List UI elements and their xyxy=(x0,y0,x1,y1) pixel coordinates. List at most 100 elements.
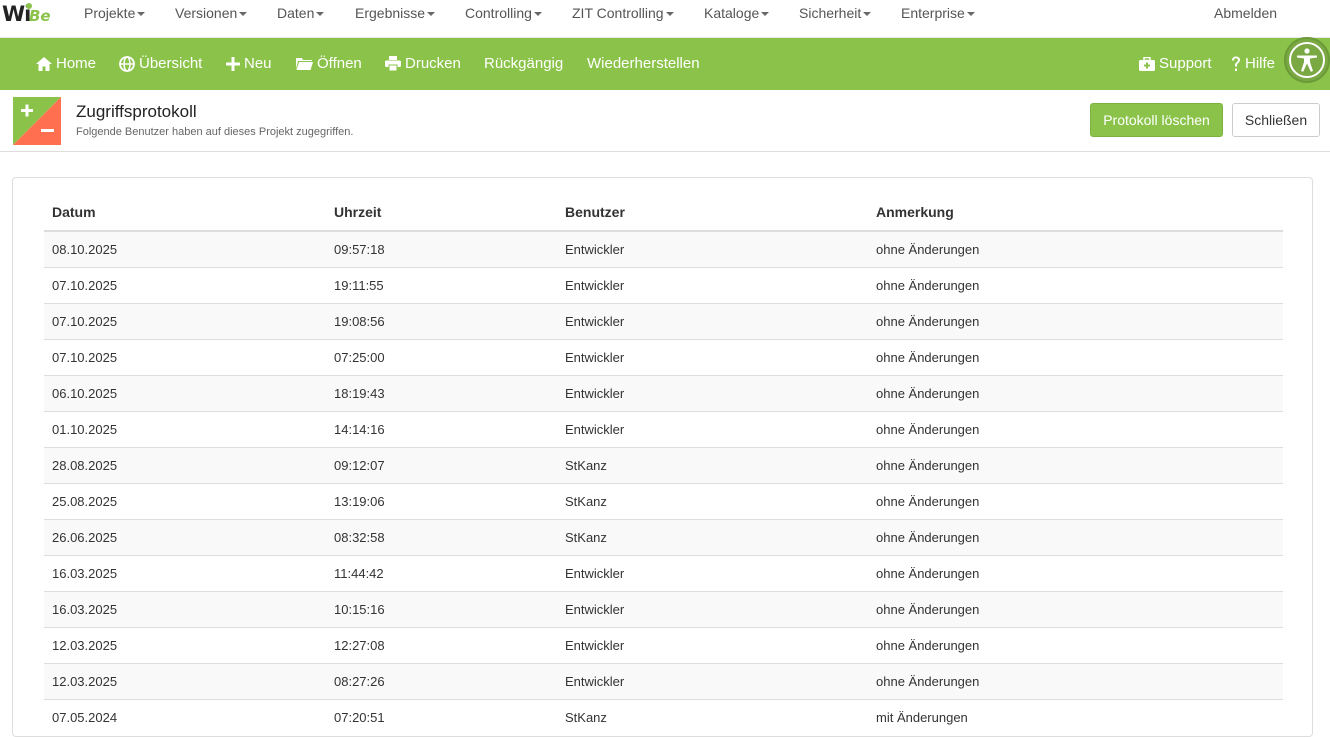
column-header-time: Uhrzeit xyxy=(326,194,557,232)
wibe-logo[interactable]: Wi Be xyxy=(2,2,56,26)
cell-note: ohne Änderungen xyxy=(868,230,1283,267)
cell-date: 07.10.2025 xyxy=(44,338,326,375)
cell-time: 08:27:26 xyxy=(326,662,557,699)
cell-note: ohne Änderungen xyxy=(868,554,1283,591)
cell-user: Entwickler xyxy=(557,374,868,411)
cell-user: Entwickler xyxy=(557,662,868,699)
column-header-note: Anmerkung xyxy=(868,194,1283,232)
cell-user: Entwickler xyxy=(557,554,868,591)
toolbar-redo-button[interactable]: Wiederherstellen xyxy=(587,55,700,72)
delete-log-button[interactable]: Protokoll löschen xyxy=(1090,103,1223,137)
cell-note: ohne Änderungen xyxy=(868,266,1283,303)
cell-date: 08.10.2025 xyxy=(44,230,326,267)
toolbar-open-label: Öffnen xyxy=(317,55,362,72)
cell-time: 19:11:55 xyxy=(326,266,557,303)
menu-zit-controlling[interactable]: ZIT Controlling xyxy=(572,5,674,21)
menu-label: ZIT Controlling xyxy=(572,5,664,21)
page-title: Zugriffsprotokoll xyxy=(76,102,197,121)
caret-down-icon xyxy=(239,12,248,17)
menu-label: Projekte xyxy=(84,5,136,21)
accessibility-button[interactable] xyxy=(1284,37,1330,83)
cell-date: 28.08.2025 xyxy=(44,446,326,483)
cell-user: Entwickler xyxy=(557,626,868,663)
menu-label: Controlling xyxy=(465,5,532,21)
cell-user: StKanz xyxy=(557,482,868,519)
menu-controlling[interactable]: Controlling xyxy=(465,5,542,21)
menu-versionen[interactable]: Versionen xyxy=(175,5,248,21)
menu-label: Enterprise xyxy=(901,5,965,21)
cell-note: ohne Änderungen xyxy=(868,410,1283,447)
menu-ergebnisse[interactable]: Ergebnisse xyxy=(355,5,436,21)
cell-time: 19:08:56 xyxy=(326,302,557,339)
table-row[interactable]: 16.03.2025 10:15:16 Entwickler ohne Änderun… xyxy=(44,590,1283,627)
home-icon xyxy=(36,56,52,71)
page-header: Zugriffsprotokoll Folgende Benutzer habe… xyxy=(0,90,1330,152)
cell-user: StKanz xyxy=(557,446,868,483)
cell-note: mit Änderungen xyxy=(868,698,1283,735)
toolbar-undo-button[interactable]: Rückgängig xyxy=(484,55,563,72)
toolbar-help-button[interactable]: Hilfe xyxy=(1231,55,1275,72)
toolbar-support-button[interactable]: Support xyxy=(1139,55,1212,72)
menu-kataloge[interactable]: Kataloge xyxy=(704,5,770,21)
toolbar-support-label: Support xyxy=(1159,55,1212,72)
close-button[interactable]: Schließen xyxy=(1232,103,1320,137)
table-row[interactable]: 25.08.2025 13:19:06 StKanz ohne Änderungen xyxy=(44,482,1283,519)
plus-minus-icon xyxy=(13,97,61,145)
cell-note: ohne Änderungen xyxy=(868,446,1283,483)
cell-time: 09:12:07 xyxy=(326,446,557,483)
table-row[interactable]: 07.10.2025 07:25:00 Entwickler ohne Änderun… xyxy=(44,338,1283,375)
caret-down-icon xyxy=(966,12,975,17)
cell-date: 06.10.2025 xyxy=(44,374,326,411)
menu-daten[interactable]: Daten xyxy=(277,5,325,21)
table-row[interactable]: 16.03.2025 11:44:42 Entwickler ohne Änderun… xyxy=(44,554,1283,591)
table-row[interactable]: 06.10.2025 18:19:43 Entwickler ohne Änderun… xyxy=(44,374,1283,411)
table-row[interactable]: 26.06.2025 08:32:58 StKanz ohne Änderungen xyxy=(44,518,1283,555)
cell-user: Entwickler xyxy=(557,338,868,375)
table-row[interactable]: 12.03.2025 08:27:26 Entwickler ohne Änderun… xyxy=(44,662,1283,699)
logout-link[interactable]: Abmelden xyxy=(1214,5,1277,21)
caret-down-icon xyxy=(665,12,674,17)
cell-date: 16.03.2025 xyxy=(44,590,326,627)
cell-date: 12.03.2025 xyxy=(44,626,326,663)
table-row[interactable]: 08.10.2025 09:57:18 Entwickler ohne Änderun… xyxy=(44,230,1283,267)
caret-down-icon xyxy=(863,12,872,17)
cell-date: 25.08.2025 xyxy=(44,482,326,519)
toolbar-open-button[interactable]: Öffnen xyxy=(296,55,362,72)
cell-time: 07:20:51 xyxy=(326,698,557,735)
cell-user: StKanz xyxy=(557,518,868,555)
toolbar-home-button[interactable]: Home xyxy=(36,55,96,72)
action-toolbar: Home Übersicht Neu Öffnen Drucken Rückgä… xyxy=(0,38,1330,90)
table-row[interactable]: 01.10.2025 14:14:16 Entwickler ohne Änderun… xyxy=(44,410,1283,447)
caret-down-icon xyxy=(316,12,325,17)
menu-enterprise[interactable]: Enterprise xyxy=(901,5,975,21)
cell-note: ohne Änderungen xyxy=(868,626,1283,663)
menu-sicherheit[interactable]: Sicherheit xyxy=(799,5,872,21)
menu-label: Daten xyxy=(277,5,315,21)
cell-time: 07:25:00 xyxy=(326,338,557,375)
table-row[interactable]: 07.10.2025 19:08:56 Entwickler ohne Änderun… xyxy=(44,302,1283,339)
table-row[interactable]: 12.03.2025 12:27:08 Entwickler ohne Änderun… xyxy=(44,626,1283,663)
menu-projekte[interactable]: Projekte xyxy=(84,5,146,21)
cell-user: StKanz xyxy=(557,698,868,735)
cell-note: ohne Änderungen xyxy=(868,302,1283,339)
print-icon xyxy=(385,56,401,71)
cell-note: ohne Änderungen xyxy=(868,374,1283,411)
globe-icon xyxy=(119,55,135,72)
table-row[interactable]: 07.05.2024 07:20:51 StKanz mit Änderungen xyxy=(44,698,1283,735)
medkit-icon xyxy=(1139,56,1155,71)
cell-note: ohne Änderungen xyxy=(868,338,1283,375)
toolbar-new-button[interactable]: Neu xyxy=(226,55,272,72)
menu-label: Versionen xyxy=(175,5,238,21)
toolbar-print-button[interactable]: Drucken xyxy=(385,55,461,72)
toolbar-overview-button[interactable]: Übersicht xyxy=(119,55,202,72)
cell-time: 18:19:43 xyxy=(326,374,557,411)
cell-note: ohne Änderungen xyxy=(868,662,1283,699)
toolbar-undo-label: Rückgängig xyxy=(484,55,564,72)
toolbar-home-label: Home xyxy=(56,55,97,72)
menu-label: Sicherheit xyxy=(799,5,862,21)
table-row[interactable]: 07.10.2025 19:11:55 Entwickler ohne Änderun… xyxy=(44,266,1283,303)
toolbar-redo-label: Wiederherstellen xyxy=(587,55,700,72)
table-row[interactable]: 28.08.2025 09:12:07 StKanz ohne Änderungen xyxy=(44,446,1283,483)
plus-icon xyxy=(226,56,240,71)
cell-time: 11:44:42 xyxy=(326,554,557,591)
